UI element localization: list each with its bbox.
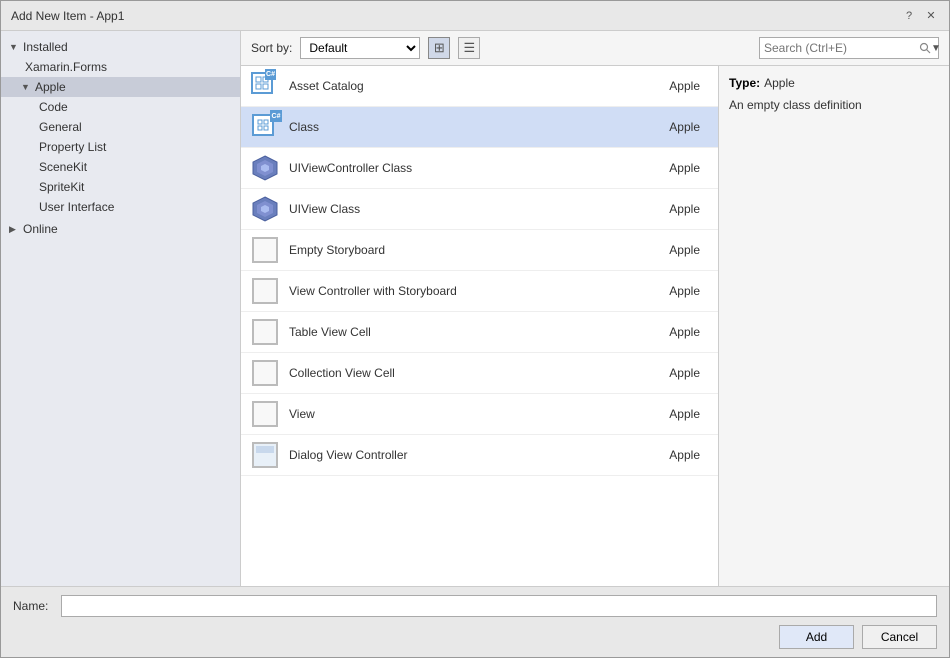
table-row[interactable]: C# Class Apple: [241, 107, 718, 148]
sidebar: ▼ Installed Xamarin.Forms ▼ Apple Code G…: [1, 31, 241, 586]
item-icon-empty-storyboard: [249, 234, 281, 266]
sidebar-item-scenekit-label: SceneKit: [39, 160, 87, 174]
item-name-collection-view-cell: Collection View Cell: [289, 366, 640, 380]
table-row[interactable]: Dialog View Controller Apple: [241, 435, 718, 476]
sidebar-item-property-list-label: Property List: [39, 140, 106, 154]
item-name-uiview: UIView Class: [289, 202, 640, 216]
item-icon-view-controller-storyboard: [249, 275, 281, 307]
item-list: C# Asset Catalog Apple: [241, 66, 719, 586]
item-icon-asset-catalog: C#: [249, 70, 281, 102]
search-bar: ▼: [759, 37, 939, 59]
sidebar-item-installed[interactable]: ▼ Installed: [1, 37, 240, 57]
sidebar-installed-section: ▼ Installed Xamarin.Forms ▼ Apple Code G…: [1, 35, 240, 219]
sidebar-item-installed-label: Installed: [23, 40, 68, 54]
item-type-view: Apple: [640, 407, 700, 421]
table-row[interactable]: View Apple: [241, 394, 718, 435]
dialog-body: ▼ Installed Xamarin.Forms ▼ Apple Code G…: [1, 31, 949, 657]
sidebar-item-user-interface-label: User Interface: [39, 200, 114, 214]
content-area: C# Asset Catalog Apple: [241, 66, 949, 586]
item-name-class: Class: [289, 120, 640, 134]
toolbar: Sort by: Default Name Type ⊞ ☰: [241, 31, 949, 66]
arrow-apple: ▼: [21, 82, 33, 92]
add-button[interactable]: Add: [779, 625, 854, 649]
sidebar-item-property-list[interactable]: Property List: [1, 137, 240, 157]
item-type-dialog-view-controller: Apple: [640, 448, 700, 462]
sidebar-item-user-interface[interactable]: User Interface: [1, 197, 240, 217]
item-icon-table-view-cell: [249, 316, 281, 348]
close-button[interactable]: ✕: [923, 8, 939, 24]
table-row[interactable]: UIView Class Apple: [241, 189, 718, 230]
item-type-table-view-cell: Apple: [640, 325, 700, 339]
dialog-title: Add New Item - App1: [11, 9, 124, 23]
sidebar-item-apple[interactable]: ▼ Apple: [1, 77, 240, 97]
table-row[interactable]: UIViewController Class Apple: [241, 148, 718, 189]
cancel-button[interactable]: Cancel: [862, 625, 937, 649]
item-type-uiview: Apple: [640, 202, 700, 216]
item-icon-dialog-view-controller: [249, 439, 281, 471]
view-list-button[interactable]: ☰: [458, 37, 480, 59]
search-icon[interactable]: [919, 42, 931, 54]
sidebar-item-online-label: Online: [23, 222, 58, 236]
table-row[interactable]: Collection View Cell Apple: [241, 353, 718, 394]
bottom-bar: Name: Add Cancel: [1, 586, 949, 657]
title-bar: Add New Item - App1 ? ✕: [1, 1, 949, 31]
table-row[interactable]: Table View Cell Apple: [241, 312, 718, 353]
item-name-empty-storyboard: Empty Storyboard: [289, 243, 640, 257]
sidebar-item-spritekit-label: SpriteKit: [39, 180, 84, 194]
sidebar-item-code-label: Code: [39, 100, 68, 114]
sidebar-item-apple-label: Apple: [35, 80, 66, 94]
item-name-table-view-cell: Table View Cell: [289, 325, 640, 339]
item-type-empty-storyboard: Apple: [640, 243, 700, 257]
detail-description: An empty class definition: [729, 98, 939, 112]
detail-type-value: Apple: [764, 76, 795, 90]
sidebar-item-xamarin[interactable]: Xamarin.Forms: [1, 57, 240, 77]
item-name-asset-catalog: Asset Catalog: [289, 79, 640, 93]
sidebar-item-scenekit[interactable]: SceneKit: [1, 157, 240, 177]
detail-panel: Type: Apple An empty class definition: [719, 66, 949, 586]
button-row: Add Cancel: [13, 625, 937, 649]
item-type-collection-view-cell: Apple: [640, 366, 700, 380]
sidebar-item-general-label: General: [39, 120, 82, 134]
sort-select[interactable]: Default Name Type: [300, 37, 420, 59]
sidebar-item-online[interactable]: ▶ Online: [1, 219, 240, 239]
list-icon: ☰: [464, 40, 476, 56]
table-row[interactable]: Empty Storyboard Apple: [241, 230, 718, 271]
main-content: Sort by: Default Name Type ⊞ ☰: [241, 31, 949, 586]
item-type-view-controller-storyboard: Apple: [640, 284, 700, 298]
search-input[interactable]: [764, 41, 919, 55]
grid-icon: ⊞: [434, 40, 445, 56]
item-icon-collection-view-cell: [249, 357, 281, 389]
item-name-dialog-view-controller: Dialog View Controller: [289, 448, 640, 462]
detail-type-row: Type: Apple: [729, 76, 939, 90]
item-icon-uiviewcontroller: [249, 152, 281, 184]
search-dropdown-btn[interactable]: ▼: [931, 43, 941, 54]
table-row[interactable]: View Controller with Storyboard Apple: [241, 271, 718, 312]
item-type-asset-catalog: Apple: [640, 79, 700, 93]
item-name-uiviewcontroller: UIViewController Class: [289, 161, 640, 175]
item-name-view-controller-storyboard: View Controller with Storyboard: [289, 284, 640, 298]
item-icon-class: C#: [249, 111, 281, 143]
view-grid-button[interactable]: ⊞: [428, 37, 450, 59]
detail-type-label: Type:: [729, 76, 760, 90]
item-type-class: Apple: [640, 120, 700, 134]
item-type-uiviewcontroller: Apple: [640, 161, 700, 175]
help-button[interactable]: ?: [901, 8, 917, 24]
sidebar-item-xamarin-label: Xamarin.Forms: [25, 60, 107, 74]
name-label: Name:: [13, 599, 53, 613]
sidebar-item-code[interactable]: Code: [1, 97, 240, 117]
top-area: ▼ Installed Xamarin.Forms ▼ Apple Code G…: [1, 31, 949, 586]
item-name-view: View: [289, 407, 640, 421]
arrow-installed: ▼: [9, 42, 21, 52]
sidebar-item-spritekit[interactable]: SpriteKit: [1, 177, 240, 197]
name-input[interactable]: [61, 595, 937, 617]
item-icon-uiview: [249, 193, 281, 225]
sidebar-item-general[interactable]: General: [1, 117, 240, 137]
name-row: Name:: [13, 595, 937, 617]
item-icon-view: [249, 398, 281, 430]
arrow-online: ▶: [9, 224, 21, 235]
sort-label: Sort by:: [251, 41, 292, 55]
window-controls: ? ✕: [901, 8, 939, 24]
table-row[interactable]: C# Asset Catalog Apple: [241, 66, 718, 107]
